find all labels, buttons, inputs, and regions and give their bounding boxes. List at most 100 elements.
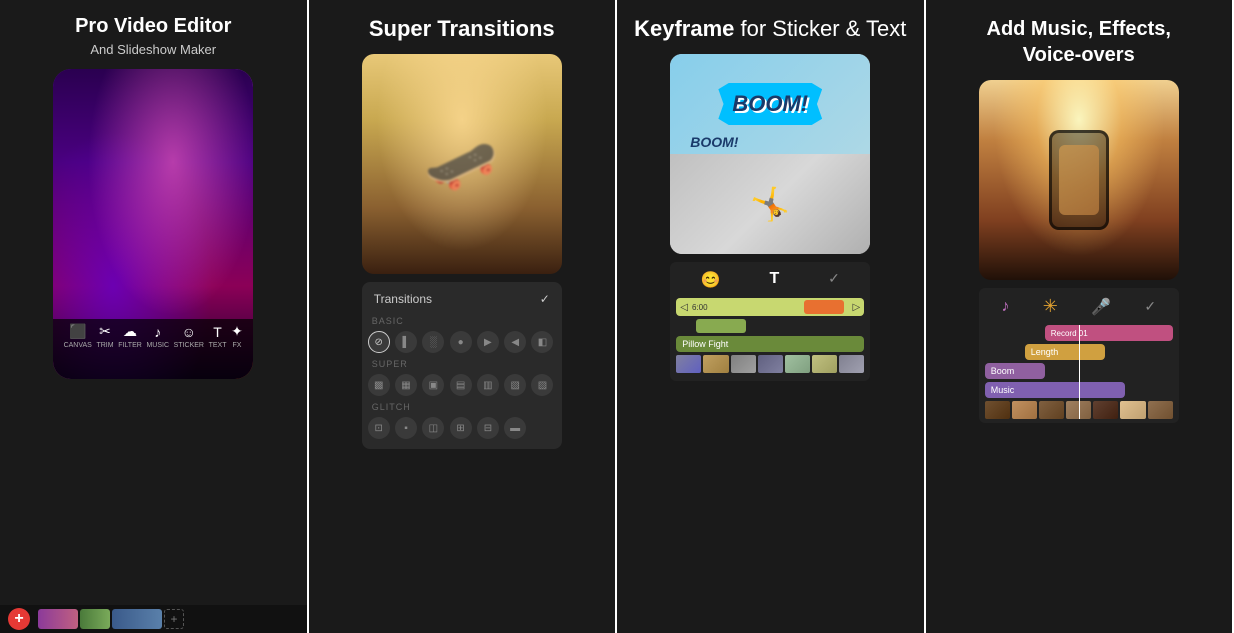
- transition-none[interactable]: ⊘: [368, 331, 390, 353]
- note-icon[interactable]: ♪: [1001, 298, 1009, 316]
- record-label: Record 01: [1051, 329, 1088, 338]
- kf-filmstrip: [676, 355, 864, 373]
- transition-stripe[interactable]: ░: [422, 331, 444, 353]
- add-clip-button[interactable]: +: [164, 609, 184, 629]
- me-film-6: [1120, 401, 1145, 419]
- canvas-icon: ⬛: [69, 323, 86, 340]
- toolbar-icon-text[interactable]: T TEXT: [209, 324, 227, 349]
- toolbar-icon-music[interactable]: ♪ MUSIC: [146, 324, 169, 349]
- clip-3[interactable]: [112, 609, 162, 629]
- text-t-icon[interactable]: T: [769, 270, 779, 290]
- panel-3-title: Keyframe for Sticker & Text: [634, 16, 906, 42]
- kf-label-text: Pillow Fight: [682, 339, 728, 349]
- transitions-panel: Transitions ✓ BASIC ⊘ ▌ ░ ● ▶ ◀ ◧ SUPER …: [362, 282, 562, 449]
- super-t6[interactable]: ▧: [504, 374, 526, 396]
- music-editor: ♪ ✳ 🎤 ✓ Record 01 Length Boom Music: [979, 288, 1179, 423]
- kf-emoji-track[interactable]: [696, 319, 746, 333]
- keyframe-editor: 😊 T ✓ 6:00 Pillow Fight: [670, 262, 870, 381]
- me-toolbar: ♪ ✳ 🎤 ✓: [985, 292, 1173, 321]
- panel-2-title: Super Transitions: [369, 16, 555, 42]
- glitch-t5[interactable]: ⊟: [477, 417, 499, 439]
- kf-timeline: 6:00 Pillow Fight: [676, 298, 864, 373]
- kf-check-icon[interactable]: ✓: [828, 270, 840, 290]
- film-frame-4: [758, 355, 783, 373]
- toolbar-icon-canvas[interactable]: ⬛ CANVAS: [64, 323, 92, 349]
- kf-label-track[interactable]: Pillow Fight: [676, 336, 864, 352]
- screen-2: 🛹: [362, 54, 562, 274]
- boom-sticker-2: BOOM!: [690, 134, 738, 150]
- glitch-t2[interactable]: ▪: [395, 417, 417, 439]
- boom-label: Boom: [991, 366, 1015, 376]
- transitions-check-icon[interactable]: ✓: [540, 292, 550, 306]
- concert-photo: [979, 80, 1179, 280]
- transition-right[interactable]: ▶: [477, 331, 499, 353]
- panel-4-title: Add Music, Effects, Voice-overs: [987, 16, 1171, 68]
- emoji-icon[interactable]: 😊: [701, 270, 721, 290]
- screen-3: BOOM! BOOM! 🤸: [670, 54, 870, 254]
- toolbar-1: ⬛ CANVAS ✂ TRIM ☁ FILTER ♪ MUSIC ☺ STICK…: [53, 323, 253, 349]
- music-track[interactable]: Music: [985, 382, 1125, 398]
- film-frame-7: [839, 355, 864, 373]
- toolbar-icon-trim[interactable]: ✂ TRIM: [96, 323, 113, 349]
- me-check-icon[interactable]: ✓: [1144, 298, 1156, 315]
- transition-dot[interactable]: ●: [450, 331, 472, 353]
- clip-2[interactable]: [80, 609, 110, 629]
- transition-left[interactable]: ◀: [504, 331, 526, 353]
- length-label: Length: [1031, 347, 1059, 357]
- panel-3-title-area: Keyframe for Sticker & Text: [624, 0, 916, 50]
- panel-1-title-area: Pro Video Editor And Slideshow Maker: [55, 0, 251, 65]
- me-film-1: [985, 401, 1010, 419]
- me-timeline: Record 01 Length Boom Music: [985, 325, 1173, 419]
- fx-label: FX: [233, 342, 242, 349]
- transitions-header: Transitions ✓: [368, 288, 556, 310]
- me-film-3: [1039, 401, 1064, 419]
- boom-sticker-1: BOOM!: [718, 83, 822, 125]
- super-t3[interactable]: ▣: [422, 374, 444, 396]
- glitch-t4[interactable]: ⊞: [450, 417, 472, 439]
- length-track[interactable]: Length: [1025, 344, 1105, 360]
- panel-1-main-title: Pro Video Editor: [75, 14, 231, 38]
- basic-transitions-grid: ⊘ ▌ ░ ● ▶ ◀ ◧: [368, 331, 556, 353]
- record-track[interactable]: Record 01: [1045, 325, 1173, 341]
- panel-4-title-area: Add Music, Effects, Voice-overs: [977, 0, 1181, 76]
- super-t7[interactable]: ▨: [531, 374, 553, 396]
- timeline-bar-1: + +: [0, 605, 307, 633]
- add-button[interactable]: +: [8, 608, 30, 630]
- trim-label: TRIM: [96, 342, 113, 349]
- timeline-clips: +: [38, 609, 299, 629]
- kf-toolbar: 😊 T ✓: [676, 266, 864, 294]
- panel-4: Add Music, Effects, Voice-overs ♪ ✳ 🎤 ✓ …: [926, 0, 1234, 633]
- transition-wipe[interactable]: ◧: [531, 331, 553, 353]
- clip-1[interactable]: [38, 609, 78, 629]
- microphone-icon[interactable]: 🎤: [1091, 297, 1111, 317]
- boom-track[interactable]: Boom: [985, 363, 1045, 379]
- phone-screen-1: ⬛ CANVAS ✂ TRIM ☁ FILTER ♪ MUSIC ☺ STICK…: [53, 69, 253, 379]
- kf-track-time: 6:00: [692, 303, 708, 312]
- glitch-t6[interactable]: ▬: [504, 417, 526, 439]
- fight-figures: 🤸: [750, 185, 790, 223]
- transition-fade[interactable]: ▌: [395, 331, 417, 353]
- super-t4[interactable]: ▤: [450, 374, 472, 396]
- section-glitch-label: GLITCH: [368, 400, 556, 414]
- skater-figure: 🛹: [424, 129, 499, 200]
- phone-silhouette: [1049, 130, 1109, 230]
- boom-area: BOOM! BOOM!: [670, 54, 870, 154]
- panel-3-title-normal: for Sticker & Text: [741, 16, 907, 41]
- effects-icon[interactable]: ✳: [1043, 296, 1058, 317]
- panel-1: Pro Video Editor And Slideshow Maker ⬛ C…: [0, 0, 309, 633]
- section-basic-label: BASIC: [368, 314, 556, 328]
- toolbar-icon-fx[interactable]: ✦ FX: [231, 323, 243, 349]
- canvas-label: CANVAS: [64, 342, 92, 349]
- me-film-7: [1148, 401, 1173, 419]
- kf-main-track[interactable]: 6:00: [676, 298, 864, 316]
- fx-icon: ✦: [231, 323, 243, 340]
- filter-icon: ☁: [123, 323, 137, 340]
- super-t5[interactable]: ▥: [477, 374, 499, 396]
- toolbar-icon-sticker[interactable]: ☺ STICKER: [174, 324, 204, 349]
- toolbar-icon-filter[interactable]: ☁ FILTER: [118, 323, 142, 349]
- glitch-t3[interactable]: ◫: [422, 417, 444, 439]
- film-frame-5: [785, 355, 810, 373]
- glitch-t1[interactable]: ⊡: [368, 417, 390, 439]
- super-t1[interactable]: ▩: [368, 374, 390, 396]
- super-t2[interactable]: ▦: [395, 374, 417, 396]
